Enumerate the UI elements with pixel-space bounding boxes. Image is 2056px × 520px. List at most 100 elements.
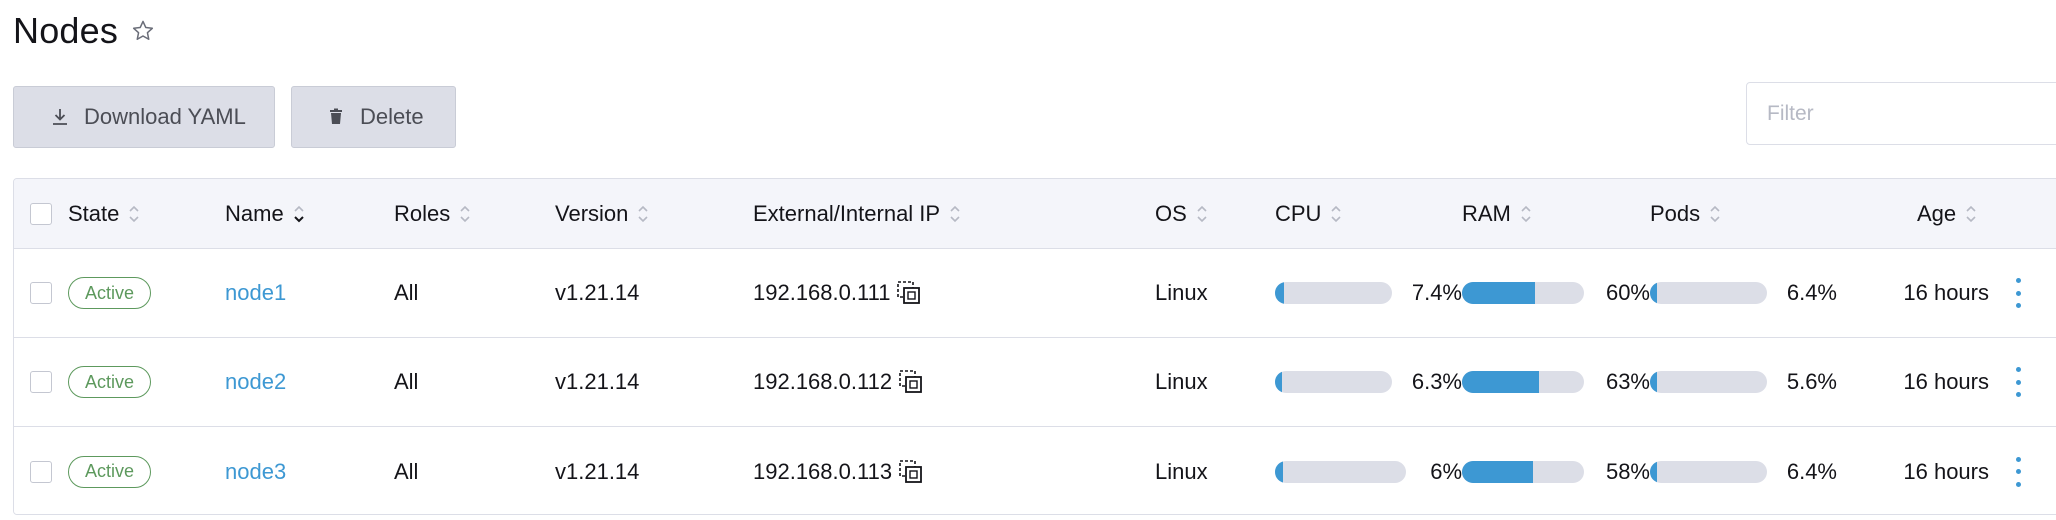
age-cell: 16 hours — [1903, 280, 1989, 305]
star-icon[interactable] — [130, 18, 156, 44]
roles-cell: All — [394, 458, 419, 484]
delete-label: Delete — [360, 104, 424, 129]
select-all-checkbox[interactable] — [30, 202, 52, 225]
page-title: Nodes — [13, 10, 119, 51]
cpu-usage-value: 6% — [1430, 458, 1462, 484]
cpu-usage-fill — [1275, 460, 1283, 483]
ip-cell: 192.168.0.113 — [753, 427, 924, 514]
sort-icon — [948, 203, 962, 225]
cpu-usage-value: 6.3% — [1411, 369, 1462, 394]
row-select-cell — [30, 338, 52, 426]
column-label: RAM — [1462, 200, 1511, 226]
column-header-version[interactable]: Version — [555, 179, 650, 248]
column-label: External/Internal IP — [753, 200, 941, 226]
pods-usage-fill — [1650, 460, 1658, 483]
sort-icon — [636, 203, 650, 225]
column-header-ram[interactable]: RAM — [1462, 179, 1533, 248]
sort-icon — [1964, 203, 1978, 225]
pods-usage-bar — [1650, 282, 1767, 304]
download-yaml-label: Download YAML — [84, 104, 246, 129]
sort-icon — [1708, 203, 1722, 225]
os-cell: Linux — [1155, 369, 1208, 394]
row-checkbox[interactable] — [30, 460, 52, 483]
column-header-cpu[interactable]: CPU — [1275, 179, 1343, 248]
column-label: State — [68, 200, 120, 226]
ram-usage-value: 60% — [1605, 280, 1650, 305]
ram-usage-value: 63% — [1605, 369, 1650, 394]
sort-icon — [1195, 203, 1209, 225]
roles-cell: All — [394, 369, 419, 394]
age-cell: 16 hours — [1903, 369, 1989, 394]
ram-usage-bar — [1462, 460, 1584, 483]
status-badge: Active — [68, 277, 152, 309]
column-label: Name — [225, 200, 284, 226]
status-badge: Active — [68, 366, 152, 398]
os-cell: Linux — [1155, 458, 1208, 484]
ram-usage-bar — [1462, 282, 1584, 304]
ip-address: 192.168.0.112 — [753, 369, 893, 394]
download-yaml-button[interactable]: Download YAML — [13, 86, 275, 148]
pods-usage-bar — [1650, 460, 1767, 483]
version-cell: v1.21.14 — [555, 369, 640, 394]
column-header-roles[interactable]: Roles — [394, 179, 472, 248]
sort-descending-icon — [292, 203, 306, 225]
node-name-link[interactable]: node1 — [225, 249, 286, 337]
delete-button[interactable]: Delete — [291, 86, 456, 148]
row-select-cell — [30, 427, 52, 514]
state-cell: Active — [68, 249, 152, 337]
ip-cell: 192.168.0.112 — [753, 338, 924, 426]
node-name-link[interactable]: node2 — [225, 338, 286, 426]
copy-icon[interactable] — [896, 280, 922, 306]
column-header-ip[interactable]: External/Internal IP — [753, 179, 962, 248]
row-actions-kebab-icon[interactable] — [2012, 278, 2024, 308]
row-actions-kebab-icon[interactable] — [2012, 367, 2024, 397]
cpu-usage-bar — [1275, 282, 1392, 304]
column-header-pods[interactable]: Pods — [1650, 179, 1722, 248]
column-header-name[interactable]: Name — [225, 179, 306, 248]
copy-icon[interactable] — [898, 369, 924, 395]
ram-usage-fill — [1462, 282, 1536, 304]
ip-address: 192.168.0.111 — [753, 280, 891, 305]
status-badge: Active — [68, 455, 152, 488]
download-icon — [50, 107, 70, 127]
column-label: Pods — [1650, 200, 1701, 226]
column-label: Version — [555, 200, 629, 226]
nodes-table: State Name Roles Version External/Intern… — [13, 178, 2056, 515]
sort-icon — [1519, 203, 1533, 225]
pods-usage-value: 5.6% — [1786, 369, 1837, 394]
column-label: CPU — [1275, 200, 1322, 226]
row-actions-kebab-icon[interactable] — [2012, 456, 2024, 487]
filter-input[interactable] — [1746, 82, 2056, 145]
pods-usage-value: 6.4% — [1786, 458, 1837, 484]
column-header-age[interactable]: Age — [1917, 179, 1978, 248]
column-header-state[interactable]: State — [68, 179, 141, 248]
column-header-os[interactable]: OS — [1155, 179, 1209, 248]
roles-cell: All — [394, 280, 419, 305]
pods-usage-fill — [1650, 371, 1657, 393]
sort-icon — [127, 203, 141, 225]
ram-usage-bar — [1462, 371, 1584, 393]
table-row: Active node2 All v1.21.14 192.168.0.112 … — [14, 338, 2056, 427]
cpu-usage-value: 7.4% — [1411, 280, 1462, 305]
state-cell: Active — [68, 338, 152, 426]
column-label: Roles — [394, 200, 451, 226]
ram-usage-fill — [1462, 460, 1533, 483]
age-cell: 16 hours — [1903, 458, 1989, 484]
page-header: Nodes — [13, 8, 156, 54]
ip-cell: 192.168.0.111 — [753, 249, 922, 337]
sort-icon — [458, 203, 472, 225]
version-cell: v1.21.14 — [555, 458, 640, 484]
cpu-usage-fill — [1275, 371, 1283, 393]
pods-usage-bar — [1650, 371, 1767, 393]
node-name-link[interactable]: node3 — [225, 427, 286, 514]
row-select-cell — [30, 249, 52, 337]
copy-icon[interactable] — [898, 459, 924, 485]
sort-icon — [1329, 203, 1343, 225]
version-cell: v1.21.14 — [555, 280, 640, 305]
os-cell: Linux — [1155, 280, 1208, 305]
row-checkbox[interactable] — [30, 282, 52, 304]
column-label: OS — [1155, 200, 1187, 226]
pods-usage-value: 6.4% — [1786, 280, 1837, 305]
row-checkbox[interactable] — [30, 371, 52, 393]
table-row: Active node3 All v1.21.14 192.168.0.113 … — [14, 427, 2056, 514]
